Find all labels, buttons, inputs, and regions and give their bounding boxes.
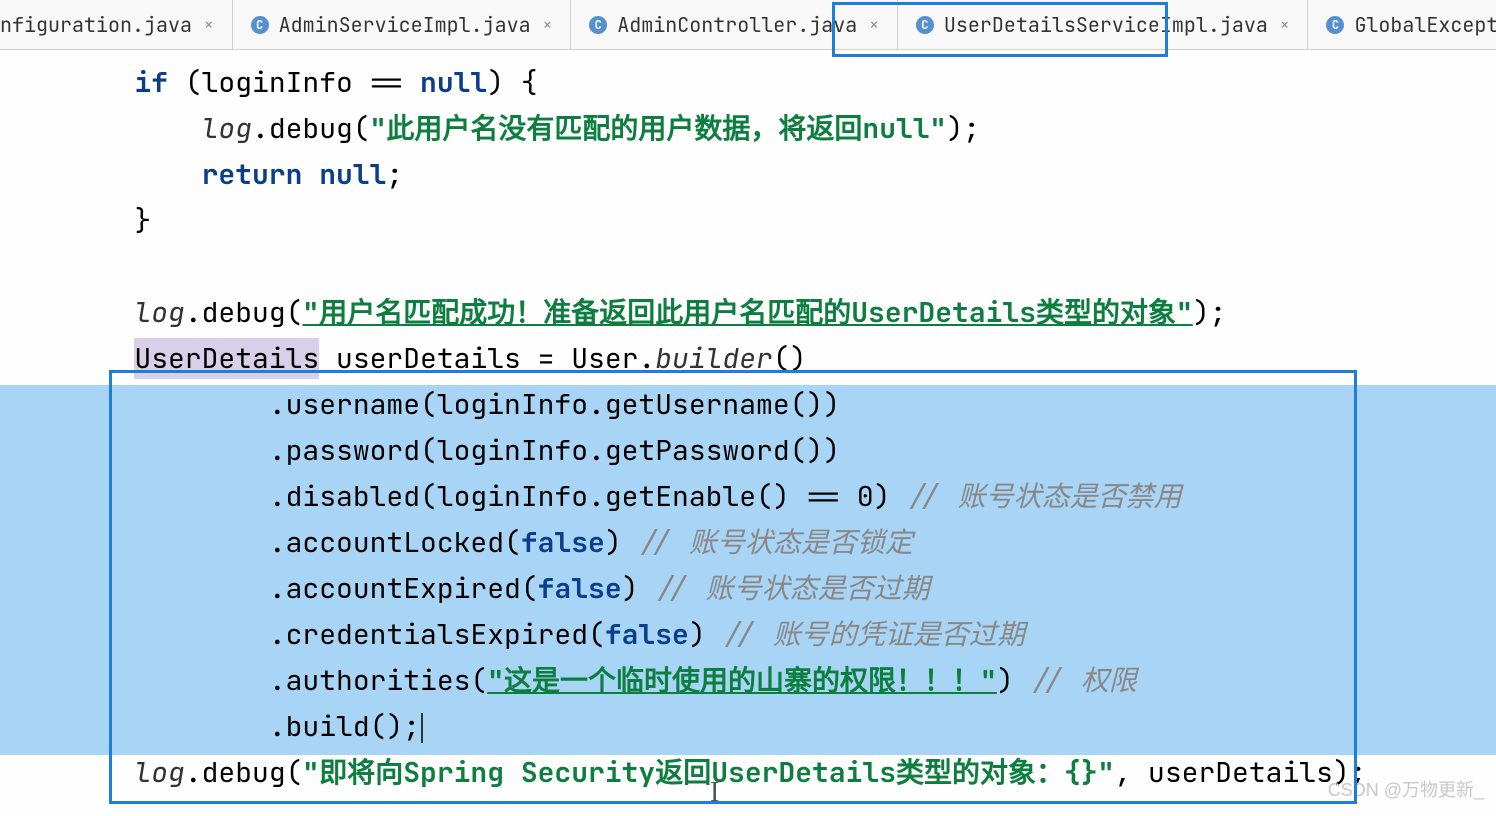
tab-admincontroller[interactable]: C AdminController.java × bbox=[571, 0, 898, 49]
code-line: return null; bbox=[0, 152, 1496, 198]
code-line bbox=[0, 244, 1496, 290]
tab-label: AdminServiceImpl.java bbox=[279, 12, 531, 38]
mouse-text-cursor-icon: I bbox=[710, 770, 719, 816]
code-line: log.debug("即将向Spring Security返回UserDetai… bbox=[0, 750, 1496, 796]
code-line: .build(); bbox=[0, 704, 1496, 750]
code-line: } bbox=[0, 198, 1496, 244]
code-line: .username(loginInfo.getUsername()) bbox=[0, 382, 1496, 428]
tab-globalexceptionhandler[interactable]: C GlobalExceptionHandler.jav bbox=[1308, 0, 1496, 49]
code-line: if (loginInfo == null) { bbox=[0, 60, 1496, 106]
code-line: log.debug("此用户名没有匹配的用户数据，将返回null"); bbox=[0, 106, 1496, 152]
close-icon[interactable]: × bbox=[543, 14, 553, 35]
code-line: log.debug("用户名匹配成功！准备返回此用户名匹配的UserDetail… bbox=[0, 290, 1496, 336]
code-line: .accountLocked(false) // 账号状态是否锁定 bbox=[0, 520, 1496, 566]
class-icon: C bbox=[589, 16, 607, 34]
class-icon: C bbox=[916, 16, 934, 34]
code-line: .authorities("这是一个临时使用的山寨的权限！！！") // 权限 bbox=[0, 658, 1496, 704]
code-line: .accountExpired(false) // 账号状态是否过期 bbox=[0, 566, 1496, 612]
tab-label: GlobalExceptionHandler.jav bbox=[1354, 12, 1496, 38]
editor-tabs: nfiguration.java × C AdminServiceImpl.ja… bbox=[0, 0, 1496, 50]
close-icon[interactable]: × bbox=[1280, 14, 1290, 35]
tab-label: AdminController.java bbox=[617, 12, 857, 38]
tab-label: UserDetailsServiceImpl.java bbox=[944, 12, 1268, 38]
tab-userdetailsserviceimpl[interactable]: C UserDetailsServiceImpl.java × bbox=[898, 0, 1309, 49]
tab-configuration[interactable]: nfiguration.java × bbox=[0, 0, 233, 49]
tab-adminserviceimpl[interactable]: C AdminServiceImpl.java × bbox=[233, 0, 572, 49]
close-icon[interactable]: × bbox=[869, 14, 879, 35]
code-line: .credentialsExpired(false) // 账号的凭证是否过期 bbox=[0, 612, 1496, 658]
close-icon[interactable]: × bbox=[204, 14, 214, 35]
watermark: CSDN @万物更新_ bbox=[1328, 776, 1484, 802]
code-line: .password(loginInfo.getPassword()) bbox=[0, 428, 1496, 474]
tab-label: nfiguration.java bbox=[0, 12, 192, 38]
text-caret bbox=[421, 713, 423, 743]
class-icon: C bbox=[1326, 16, 1344, 34]
code-line: UserDetails userDetails = User.builder() bbox=[0, 336, 1496, 382]
class-icon: C bbox=[251, 16, 269, 34]
code-editor[interactable]: if (loginInfo == null) { log.debug("此用户名… bbox=[0, 50, 1496, 796]
code-line: .disabled(loginInfo.getEnable() == 0) //… bbox=[0, 474, 1496, 520]
